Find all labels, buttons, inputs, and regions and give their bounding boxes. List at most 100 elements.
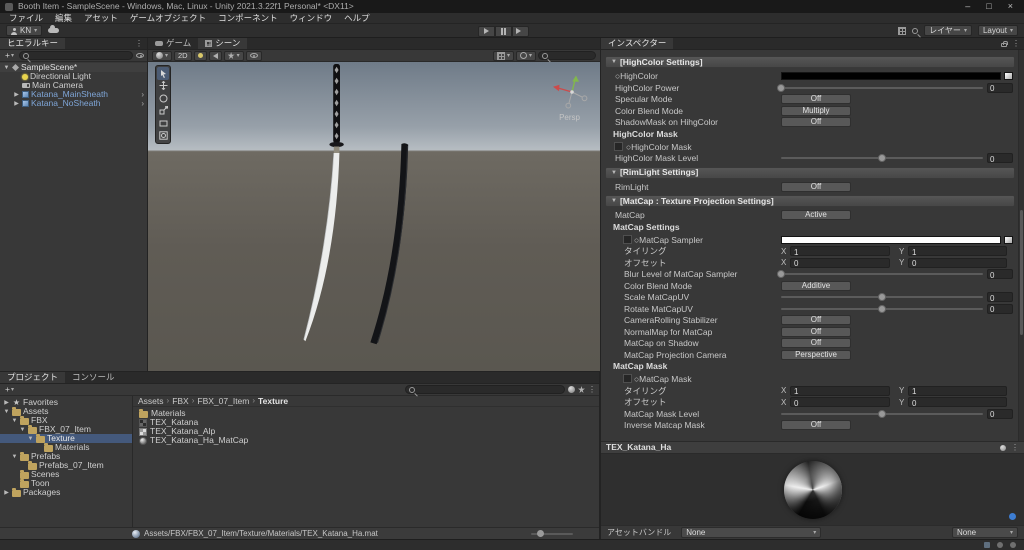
toggle-button[interactable]: Active <box>781 210 851 220</box>
tab-game[interactable]: ゲーム <box>148 38 198 49</box>
color-picker-icon[interactable] <box>1004 72 1013 80</box>
2d-toggle[interactable]: 2D <box>174 50 192 61</box>
texture-thumbnail[interactable] <box>614 141 623 151</box>
close-button[interactable]: × <box>1008 2 1013 11</box>
inspector-section-header[interactable]: ▼ [MatCap : Texture Projection Settings] <box>605 195 1015 207</box>
move-tool-button[interactable] <box>157 80 169 93</box>
create-object-button[interactable]: + ▾ <box>3 51 16 60</box>
project-search[interactable] <box>405 385 565 394</box>
grid-dropdown[interactable]: ▾ <box>492 50 514 61</box>
katana-blade-object[interactable] <box>303 64 344 342</box>
project-tree-item[interactable]: ▶ ★ Favorites <box>0 398 132 407</box>
effects-dropdown[interactable]: ▾ <box>223 50 244 61</box>
slider-knob[interactable] <box>777 270 785 278</box>
activity-icon[interactable] <box>997 542 1003 548</box>
assetbundle-dropdown[interactable]: None ▾ <box>681 527 822 538</box>
x-value-field[interactable]: 1 <box>790 246 890 256</box>
project-tree-item[interactable]: Materials <box>0 442 132 452</box>
file-item[interactable]: Materials <box>133 408 599 418</box>
breadcrumb-item[interactable]: Texture <box>258 397 288 406</box>
orientation-gizmo[interactable] <box>534 72 594 118</box>
fold-arrow-icon[interactable]: ▼ <box>11 454 18 460</box>
fold-arrow-icon[interactable]: ▶ <box>3 400 10 406</box>
toggle-button[interactable]: Perspective <box>781 349 851 360</box>
menu-item[interactable]: ゲームオブジェクト <box>124 14 212 23</box>
katana-sheathed-object[interactable] <box>370 143 409 345</box>
scene-search[interactable] <box>538 51 596 60</box>
lighting-toggle[interactable] <box>193 50 207 61</box>
file-item[interactable]: TEX_Katana_Ha_MatCap <box>133 436 599 445</box>
panel-menu-icon[interactable]: ⋮ <box>1012 39 1020 48</box>
breadcrumb-item[interactable]: FBX_07_Item <box>197 397 249 406</box>
project-tree-item[interactable]: ▼ Assets <box>0 406 132 416</box>
undo-history-icon[interactable] <box>898 26 907 35</box>
layout-dropdown[interactable]: Layout ▾ <box>977 25 1018 36</box>
rotate-tool-button[interactable] <box>157 92 169 105</box>
fold-arrow-icon[interactable]: ▶ <box>3 490 10 496</box>
value-field[interactable]: 0 <box>987 269 1013 279</box>
inspector-scrollbar[interactable] <box>1018 50 1024 441</box>
value-field[interactable]: 0 <box>987 303 1013 314</box>
play-button[interactable] <box>478 25 495 37</box>
preview-options-icon[interactable] <box>1000 444 1006 451</box>
inspector-section-header[interactable]: ▼ [RimLight Settings] <box>605 166 1015 179</box>
inspector-section-header[interactable]: ▼ [HighColor Settings] <box>605 56 1015 68</box>
preview-sphere[interactable] <box>783 460 842 519</box>
y-value-field[interactable]: 0 <box>908 397 1007 407</box>
cloud-services-icon[interactable] <box>48 25 60 33</box>
step-button[interactable] <box>512 25 529 37</box>
scene-search-input[interactable] <box>550 51 592 60</box>
toggle-button[interactable]: Multiply <box>781 105 851 116</box>
slider-knob[interactable] <box>878 409 886 418</box>
texture-thumbnail[interactable] <box>623 234 632 244</box>
texture-thumbnail[interactable] <box>623 374 632 383</box>
toggle-button[interactable]: Additive <box>781 280 851 291</box>
pause-button[interactable] <box>495 25 512 37</box>
preview-menu-icon[interactable]: ⋮ <box>1011 443 1019 452</box>
maximize-button[interactable]: □ <box>986 2 991 11</box>
value-field[interactable]: 0 <box>987 292 1013 302</box>
slider[interactable] <box>777 83 983 92</box>
fold-arrow-icon[interactable]: ▶ <box>13 92 20 98</box>
y-value-field[interactable]: 1 <box>908 246 1007 256</box>
search-icon[interactable] <box>912 27 919 34</box>
project-tree-item[interactable]: Scenes <box>0 469 132 479</box>
scene-viewport[interactable]: Persp <box>148 62 600 371</box>
toggle-button[interactable]: Off <box>781 338 851 348</box>
toggle-button[interactable]: Off <box>781 315 851 325</box>
menu-item[interactable]: アセット <box>78 14 124 23</box>
color-swatch[interactable] <box>781 235 1001 244</box>
tab-console[interactable]: コンソール <box>65 372 122 383</box>
material-preview[interactable] <box>601 454 1024 525</box>
value-field[interactable]: 0 <box>987 408 1013 419</box>
scale-tool-button[interactable] <box>157 105 169 118</box>
minimize-button[interactable]: – <box>965 2 970 11</box>
notifications-icon[interactable] <box>1010 542 1016 548</box>
x-value-field[interactable]: 1 <box>790 385 890 396</box>
menu-item[interactable]: 編集 <box>49 14 78 23</box>
create-asset-button[interactable]: + ▾ <box>3 385 16 394</box>
slider-knob[interactable] <box>878 154 886 162</box>
value-field[interactable]: 0 <box>987 153 1013 163</box>
value-field[interactable]: 0 <box>987 82 1013 93</box>
scrollbar-thumb[interactable] <box>1020 210 1023 335</box>
hidden-objects-toggle[interactable] <box>245 50 262 61</box>
menu-item[interactable]: ヘルプ <box>338 14 376 23</box>
fold-arrow-icon[interactable]: ▶ <box>13 101 20 107</box>
color-picker-icon[interactable] <box>1004 235 1013 244</box>
project-tree-item[interactable]: ▶ Packages <box>0 487 132 497</box>
shading-mode-dropdown[interactable]: ▾ <box>152 50 173 61</box>
account-dropdown[interactable]: KN ▾ <box>6 25 43 36</box>
rect-tool-button[interactable] <box>157 117 169 130</box>
fold-arrow-icon[interactable]: ▼ <box>27 436 34 442</box>
prefab-open-arrow-icon[interactable]: › <box>141 99 147 108</box>
scene-visibility-icon[interactable] <box>136 53 144 58</box>
fold-arrow-icon[interactable]: ▼ <box>3 409 10 415</box>
fold-arrow-icon[interactable]: ▼ <box>11 418 18 424</box>
hierarchy-search-input[interactable] <box>30 51 129 60</box>
slider[interactable] <box>781 293 983 301</box>
zoom-slider-knob[interactable] <box>537 530 544 537</box>
breadcrumb-item[interactable]: FBX <box>172 397 189 406</box>
assetbundle-variant-dropdown[interactable]: None ▾ <box>952 527 1018 538</box>
breadcrumb-item[interactable]: Assets <box>138 397 164 406</box>
